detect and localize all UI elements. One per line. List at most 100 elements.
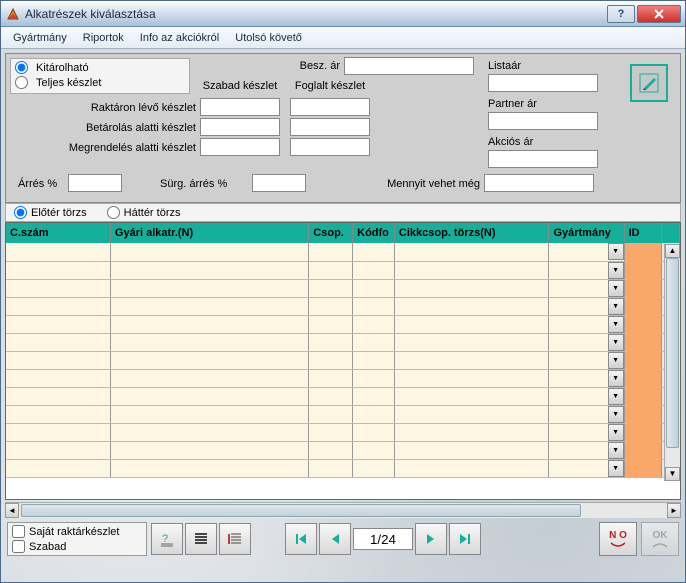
table-cell[interactable]: ▼ — [549, 315, 624, 333]
table-cell[interactable] — [110, 369, 308, 387]
table-cell[interactable]: ▼ — [549, 261, 624, 279]
radio-eloter[interactable] — [14, 206, 27, 219]
dropdown-button[interactable]: ▼ — [608, 424, 624, 441]
table-cell[interactable]: ▼ — [549, 297, 624, 315]
table-cell[interactable]: ▼ — [549, 243, 624, 261]
input-surg-arres[interactable] — [252, 174, 306, 192]
table-cell[interactable] — [110, 333, 308, 351]
table-cell[interactable] — [309, 441, 353, 459]
table-row[interactable]: ▼ — [6, 441, 680, 459]
table-cell[interactable] — [353, 441, 395, 459]
table-cell[interactable] — [394, 459, 549, 477]
table-cell[interactable] — [624, 459, 662, 477]
table-cell[interactable] — [353, 279, 395, 297]
table-row[interactable]: ▼ — [6, 405, 680, 423]
pager-next-button[interactable] — [415, 523, 447, 555]
table-cell[interactable] — [394, 243, 549, 261]
checkbox-sajat[interactable] — [12, 525, 25, 538]
table-header-1[interactable]: Gyári alkatr.(N) — [110, 223, 308, 243]
table-cell[interactable] — [394, 441, 549, 459]
ok-button[interactable]: OK — [641, 522, 679, 556]
dropdown-button[interactable]: ▼ — [608, 388, 624, 405]
table-cell[interactable] — [110, 279, 308, 297]
table-row[interactable]: ▼ — [6, 369, 680, 387]
table-cell[interactable] — [6, 423, 110, 441]
table-cell[interactable] — [110, 423, 308, 441]
table-cell[interactable] — [624, 441, 662, 459]
table-row[interactable]: ▼ — [6, 351, 680, 369]
table-cell[interactable] — [6, 279, 110, 297]
scroll-up-arrow[interactable]: ▲ — [665, 244, 680, 258]
table-cell[interactable] — [6, 459, 110, 477]
dropdown-button[interactable]: ▼ — [608, 460, 624, 477]
table-cell[interactable]: ▼ — [549, 459, 624, 477]
table-cell[interactable] — [309, 459, 353, 477]
radio-hatter[interactable] — [107, 206, 120, 219]
table-row[interactable]: ▼ — [6, 315, 680, 333]
table-cell[interactable] — [394, 279, 549, 297]
table-row[interactable]: ▼ — [6, 459, 680, 477]
scroll-right-arrow[interactable]: ► — [667, 503, 681, 518]
table-cell[interactable] — [353, 459, 395, 477]
input-mennyit[interactable] — [484, 174, 594, 192]
menu-gyartmany[interactable]: Gyártmány — [5, 30, 75, 46]
table-cell[interactable] — [624, 315, 662, 333]
table-cell[interactable] — [6, 315, 110, 333]
table-cell[interactable] — [110, 405, 308, 423]
table-cell[interactable] — [394, 351, 549, 369]
no-button[interactable]: N O — [599, 522, 637, 556]
table-cell[interactable] — [624, 243, 662, 261]
table-cell[interactable] — [624, 279, 662, 297]
table-cell[interactable] — [309, 261, 353, 279]
table-cell[interactable] — [6, 333, 110, 351]
scroll-thumb-vertical[interactable] — [666, 258, 679, 448]
table-cell[interactable] — [624, 387, 662, 405]
dropdown-button[interactable]: ▼ — [608, 316, 624, 333]
table-cell[interactable] — [624, 297, 662, 315]
list2-button[interactable] — [219, 523, 251, 555]
table-cell[interactable]: ▼ — [549, 369, 624, 387]
table-cell[interactable] — [309, 369, 353, 387]
dropdown-button[interactable]: ▼ — [608, 280, 624, 297]
table-cell[interactable] — [394, 423, 549, 441]
vertical-scrollbar[interactable]: ▲ ▼ — [664, 244, 680, 481]
table-cell[interactable] — [394, 297, 549, 315]
table-cell[interactable] — [353, 243, 395, 261]
table-cell[interactable] — [394, 261, 549, 279]
table-header-4[interactable]: Cikkcsop. törzs(N) — [394, 223, 549, 243]
input-betarolas-foglalt[interactable] — [290, 118, 370, 136]
table-header-3[interactable]: Kódfo — [353, 223, 395, 243]
table-cell[interactable]: ▼ — [549, 351, 624, 369]
table-cell[interactable] — [624, 423, 662, 441]
table-cell[interactable] — [624, 369, 662, 387]
input-akcios-ar[interactable] — [488, 150, 598, 168]
table-cell[interactable] — [309, 351, 353, 369]
input-partner-ar[interactable] — [488, 112, 598, 130]
table-cell[interactable] — [6, 243, 110, 261]
table-cell[interactable] — [309, 243, 353, 261]
table-cell[interactable] — [110, 441, 308, 459]
radio-kitarolhato[interactable] — [15, 61, 28, 74]
input-megrendeles-szabad[interactable] — [200, 138, 280, 156]
table-header-5[interactable]: Gyártmány — [549, 223, 624, 243]
pager-first-button[interactable] — [285, 523, 317, 555]
table-cell[interactable] — [624, 333, 662, 351]
input-besz-ar[interactable] — [344, 57, 474, 75]
table-cell[interactable]: ▼ — [549, 387, 624, 405]
dropdown-button[interactable]: ▼ — [608, 298, 624, 315]
table-row[interactable]: ▼ — [6, 261, 680, 279]
table-row[interactable]: ▼ — [6, 333, 680, 351]
table-row[interactable]: ▼ — [6, 387, 680, 405]
table-cell[interactable] — [353, 315, 395, 333]
input-betarolas-szabad[interactable] — [200, 118, 280, 136]
table-cell[interactable] — [353, 405, 395, 423]
checkbox-szabad[interactable] — [12, 540, 25, 553]
table-cell[interactable] — [309, 297, 353, 315]
menu-utolso[interactable]: Utolsó követő — [227, 30, 310, 46]
table-cell[interactable] — [110, 261, 308, 279]
table-cell[interactable] — [309, 405, 353, 423]
edit-button[interactable] — [630, 64, 668, 102]
help-tool-button[interactable]: ? — [151, 523, 183, 555]
dropdown-button[interactable]: ▼ — [608, 406, 624, 423]
table-cell[interactable] — [353, 423, 395, 441]
